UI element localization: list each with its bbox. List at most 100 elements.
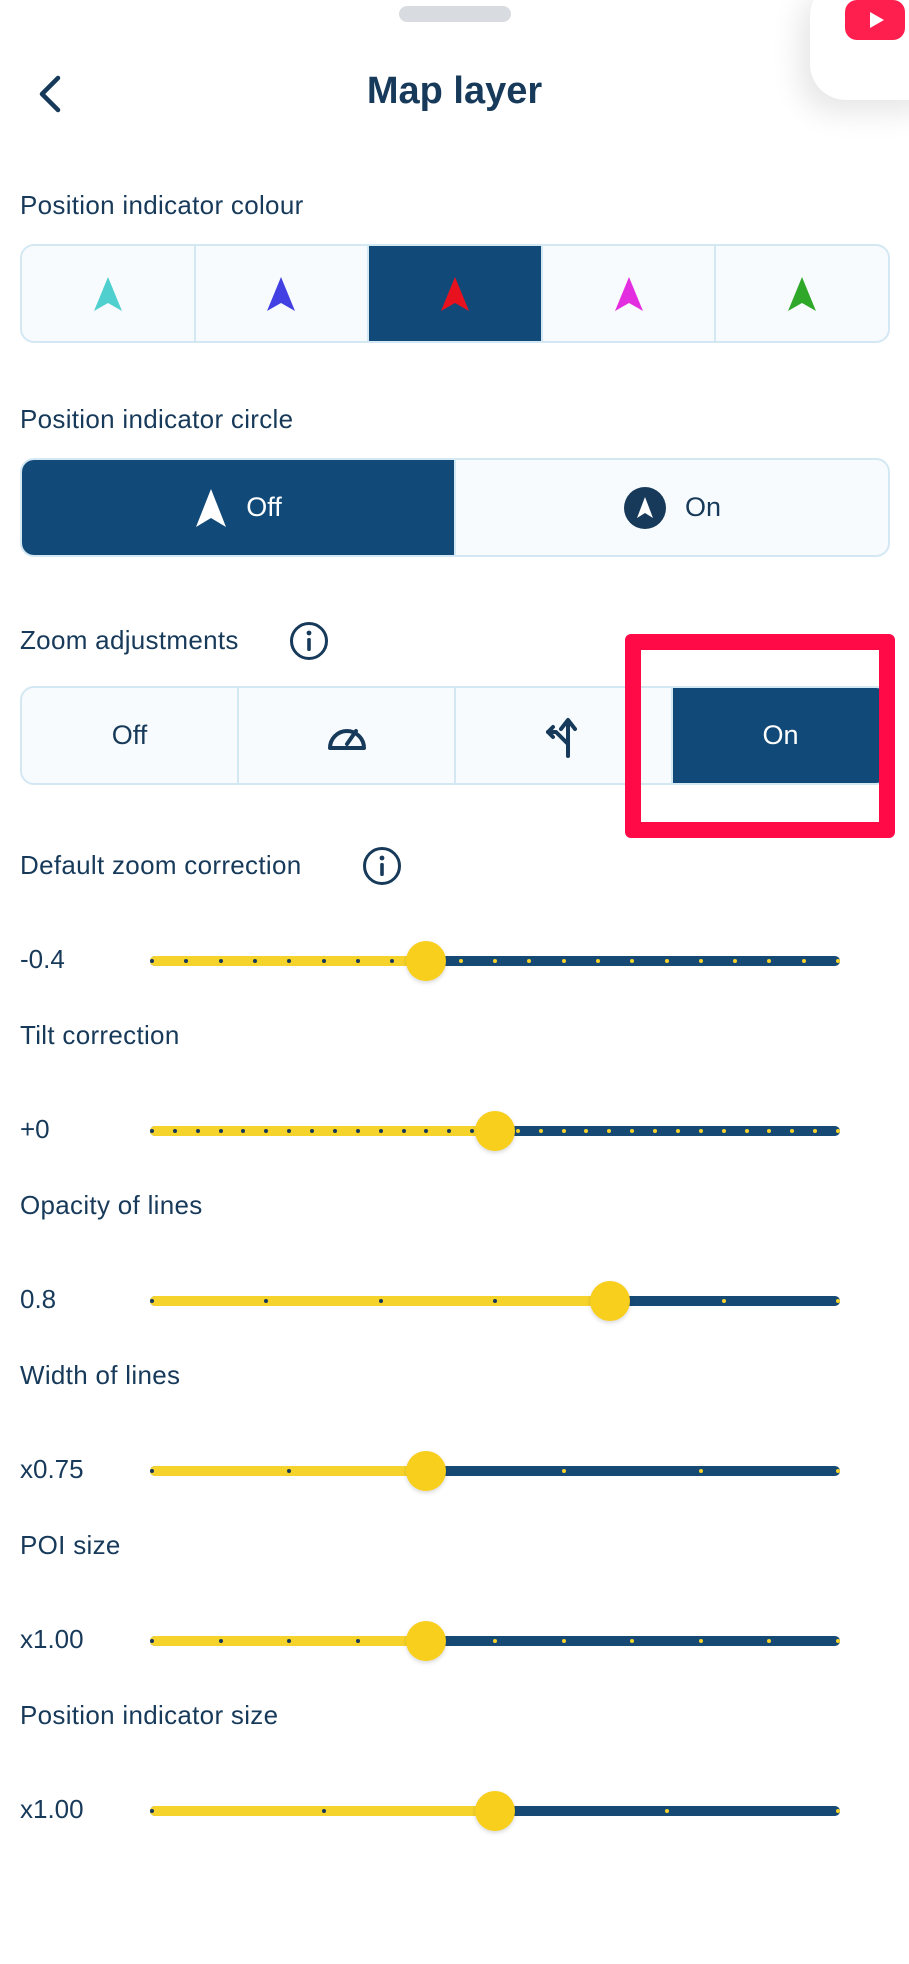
slider-tick <box>321 1809 326 1813</box>
poi-size-value: x1.00 <box>20 1624 84 1654</box>
slider-tick <box>653 1129 658 1133</box>
slider-tick <box>458 959 463 963</box>
slider-tick <box>561 1469 566 1473</box>
circle-on-option[interactable]: On <box>456 460 888 555</box>
slider-tick <box>355 1129 360 1133</box>
slider-tick <box>836 1809 840 1813</box>
slider-tick <box>721 1129 726 1133</box>
slider-tick <box>630 959 635 963</box>
slider-tick <box>355 959 360 963</box>
sheet-grabber[interactable] <box>399 6 511 22</box>
slider-tick <box>561 959 566 963</box>
slider-tick <box>493 1299 497 1303</box>
slider-tick <box>721 1299 726 1303</box>
slider-tick <box>790 1129 795 1133</box>
slider-tick <box>561 1129 566 1133</box>
slider-tick <box>355 1639 360 1643</box>
opacity-of-lines-slider-handle[interactable] <box>590 1281 631 1321</box>
slider-tick <box>664 1809 669 1813</box>
circle-on-label: On <box>684 492 722 522</box>
colour-option-3[interactable] <box>369 246 543 341</box>
slider-tick <box>378 1129 383 1133</box>
turn-arrow-icon <box>545 717 577 758</box>
width-of-lines-slider[interactable] <box>150 1451 840 1491</box>
default-zoom-correction-info-icon[interactable] <box>362 846 402 886</box>
position-indicator-circle-label: Position indicator circle <box>20 404 294 434</box>
slider-tick <box>150 1809 154 1813</box>
tilt-correction-label: Tilt correction <box>20 1020 180 1050</box>
slider-tick <box>195 1129 200 1133</box>
slider-tick <box>767 1639 772 1643</box>
slider-tick <box>698 1639 703 1643</box>
speedometer-icon <box>327 728 366 750</box>
slider-tick <box>836 959 840 963</box>
slider-tick <box>836 1469 840 1473</box>
slider-tick <box>607 1129 612 1133</box>
width-of-lines-value: x0.75 <box>20 1454 84 1484</box>
slider-tick <box>378 1299 383 1303</box>
tilt-correction-slider[interactable] <box>150 1111 840 1151</box>
slider-tick <box>321 959 326 963</box>
zoom-adjustments-info-icon[interactable] <box>289 621 329 661</box>
navigation-arrow-icon <box>196 488 227 527</box>
slider-tick <box>493 1639 497 1643</box>
position-indicator-size-value: x1.00 <box>20 1794 84 1824</box>
slider-tick <box>584 1129 589 1133</box>
position-indicator-size-slider-handle[interactable] <box>475 1791 515 1831</box>
youtube-icon <box>845 0 905 40</box>
default-zoom-correction-slider-handle[interactable] <box>406 941 446 981</box>
slider-tick <box>538 1129 543 1133</box>
slider-tick <box>150 1129 154 1133</box>
zoom-off-label: Off <box>111 720 148 750</box>
width-of-lines-label: Width of lines <box>20 1360 181 1390</box>
slider-tick <box>150 1469 154 1473</box>
slider-tick <box>767 959 772 963</box>
slider-tick <box>698 959 703 963</box>
slider-tick <box>836 1639 840 1643</box>
navigation-arrow-icon <box>614 276 643 311</box>
navigation-arrow-icon <box>440 276 469 311</box>
circle-off-label: Off <box>246 492 282 522</box>
slider-tick <box>664 959 669 963</box>
position-indicator-circle-selector: Off On <box>20 458 890 557</box>
slider-tick <box>733 959 738 963</box>
slider-tick <box>698 1469 703 1473</box>
slider-tick <box>675 1129 680 1133</box>
slider-tick <box>252 959 257 963</box>
slider-tick <box>595 959 600 963</box>
navigation-arrow-icon <box>93 276 122 311</box>
slider-tick <box>218 1639 223 1643</box>
slider-tick <box>401 1129 406 1133</box>
slider-tick <box>767 1129 772 1133</box>
page-title: Map layer <box>366 70 543 112</box>
colour-option-1[interactable] <box>22 246 196 341</box>
navigation-arrow-icon <box>788 276 817 311</box>
slider-tick <box>218 1129 223 1133</box>
default-zoom-correction-slider[interactable] <box>150 941 840 981</box>
colour-option-5[interactable] <box>716 246 888 341</box>
slider-tick <box>744 1129 749 1133</box>
navigation-arrow-icon <box>267 276 296 311</box>
poi-size-slider-handle[interactable] <box>406 1621 446 1661</box>
circle-off-option[interactable]: Off <box>22 460 456 555</box>
position-indicator-size-slider[interactable] <box>150 1791 840 1831</box>
colour-option-4[interactable] <box>543 246 717 341</box>
width-of-lines-slider-handle[interactable] <box>406 1451 446 1491</box>
zoom-adjustments-label: Zoom adjustments <box>20 625 239 655</box>
opacity-of-lines-slider[interactable] <box>150 1281 840 1321</box>
slider-tick <box>813 1129 818 1133</box>
slider-tick <box>527 959 532 963</box>
slider-tick <box>836 1129 840 1133</box>
colour-option-2[interactable] <box>196 246 370 341</box>
poi-size-slider[interactable] <box>150 1621 840 1661</box>
slider-tick <box>836 1299 840 1303</box>
slider-tick <box>515 1129 520 1133</box>
slider-tick <box>561 1639 566 1643</box>
slider-tick <box>698 1129 703 1133</box>
zoom-speed-option[interactable] <box>239 688 456 783</box>
slider-tick <box>172 1129 177 1133</box>
slider-tick <box>150 1639 154 1643</box>
tilt-correction-slider-handle[interactable] <box>475 1111 515 1151</box>
slider-tick <box>493 959 497 963</box>
zoom-off-option[interactable]: Off <box>22 688 239 783</box>
